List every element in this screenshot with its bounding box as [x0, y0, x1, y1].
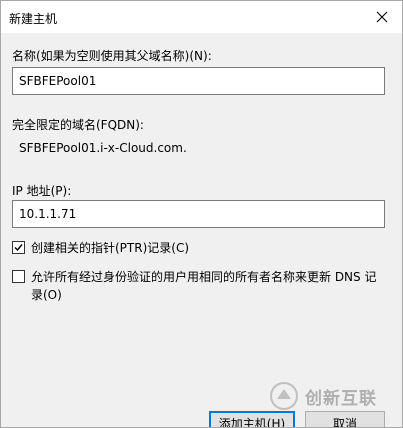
watermark-text: 创新互联: [305, 388, 377, 409]
name-label: 名称(如果为空则使用其父域名称)(N):: [12, 49, 212, 63]
title-bar: 新建主机: [1, 1, 402, 33]
watermark-logo: 创新互联: [269, 381, 377, 411]
ptr-checkbox[interactable]: [12, 241, 25, 254]
new-host-dialog: 新建主机 名称(如果为空则使用其父域名称)(N): 完全限定的域名(FQDN):…: [0, 0, 403, 428]
dialog-title: 新建主机: [9, 12, 58, 26]
cancel-button[interactable]: 取消: [305, 411, 385, 427]
ip-label: IP 地址(P):: [12, 184, 72, 198]
name-input[interactable]: [12, 67, 385, 95]
logo-icon: [270, 382, 298, 410]
fqdn-value: SFBFEPool01.i-x-Cloud.com.: [12, 134, 385, 162]
update-checkbox[interactable]: [12, 270, 25, 283]
close-icon: [376, 11, 388, 23]
update-checkbox-row[interactable]: 允许所有经过身份验证的用户用相同的所有者名称来更新 DNS 记录(O): [12, 268, 387, 304]
fqdn-label: 完全限定的域名(FQDN):: [12, 118, 144, 132]
add-host-button[interactable]: 添加主机(H): [209, 411, 295, 427]
ptr-checkbox-row[interactable]: 创建相关的指针(PTR)记录(C): [12, 239, 189, 257]
update-checkbox-label: 允许所有经过身份验证的用户用相同的所有者名称来更新 DNS 记录(O): [31, 270, 377, 302]
close-button[interactable]: [370, 5, 394, 29]
checkmark-icon: [14, 244, 23, 252]
ip-address-input[interactable]: [12, 200, 385, 228]
ptr-checkbox-label: 创建相关的指针(PTR)记录(C): [31, 241, 190, 255]
